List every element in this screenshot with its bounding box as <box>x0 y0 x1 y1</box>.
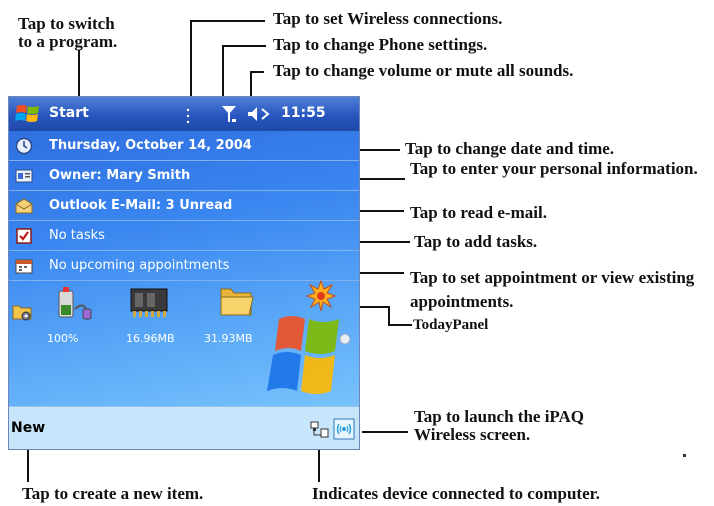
callout-personal-info: Tap to enter your personal information. <box>410 159 698 178</box>
today-owner: Owner: Mary Smith <box>49 168 191 183</box>
callout-volume: Tap to change volume or mute all sounds. <box>273 61 574 80</box>
ipaq-wireless-icon[interactable] <box>333 418 355 440</box>
leader-today-h2 <box>388 324 412 326</box>
battery-stat: 100% <box>47 332 79 345</box>
dot <box>683 454 686 457</box>
callout-connected: Indicates device connected to computer. <box>312 484 600 503</box>
command-bar: New <box>9 406 359 449</box>
callout-ipaq-wireless: Tap to launch the iPAQ Wireless screen. <box>414 407 585 444</box>
callout-tasks: Tap to add tasks. <box>414 232 538 251</box>
callout-appointments: Tap to set appointment or view existing … <box>410 268 695 311</box>
today-row-appointments[interactable]: No upcoming appointments <box>9 251 359 281</box>
calendar-icon <box>15 257 33 275</box>
today-row-tasks[interactable]: No tasks <box>9 221 359 251</box>
leader-new <box>27 450 29 482</box>
today-email: Outlook E-Mail: 3 Unread <box>49 198 233 213</box>
leader-wireless-h <box>190 20 265 22</box>
envelope-icon <box>15 197 33 215</box>
folder-gear-icon[interactable] <box>11 301 33 323</box>
today-tasks: No tasks <box>49 228 105 243</box>
battery-plug-icon[interactable] <box>53 281 97 325</box>
today-row-owner[interactable]: Owner: Mary Smith <box>9 161 359 191</box>
leader-switch <box>78 50 80 97</box>
memory-chip-icon[interactable] <box>127 281 177 321</box>
leader-volume-v <box>250 71 252 98</box>
callout-new-item: Tap to create a new item. <box>22 484 204 503</box>
today-screen: Thursday, October 14, 2004 Owner: Mary S… <box>9 131 359 406</box>
pc-connection-icon[interactable] <box>310 421 330 439</box>
today-date: Thursday, October 14, 2004 <box>49 138 252 153</box>
clock[interactable]: 11:55 <box>281 105 326 121</box>
callout-today-panel: TodayPanel <box>413 317 489 333</box>
today-row-date[interactable]: Thursday, October 14, 2004 <box>9 131 359 161</box>
callout-email: Tap to read e-mail. <box>410 203 547 222</box>
contact-card-icon <box>15 167 33 185</box>
callout-phone: Tap to change Phone settings. <box>273 35 488 54</box>
leader-today-v <box>388 306 390 326</box>
leader-phone-h <box>222 45 266 47</box>
pocketpc-screen: Start 11:55 Thursday, October 14, 2004 O… <box>8 96 360 450</box>
new-button[interactable]: New <box>11 420 45 436</box>
storage-memory-stat: 31.93MB <box>204 332 253 345</box>
alert-burst-icon[interactable] <box>305 279 337 315</box>
windows-logo-watermark <box>259 311 355 403</box>
callout-date-time: Tap to change date and time. <box>405 139 615 158</box>
clock-icon <box>15 137 33 155</box>
title-bar: Start 11:55 <box>9 97 359 131</box>
leader-phone-v <box>222 45 224 98</box>
antenna-icon[interactable] <box>221 105 237 123</box>
today-row-email[interactable]: Outlook E-Mail: 3 Unread <box>9 191 359 221</box>
today-appointments: No upcoming appointments <box>49 258 230 273</box>
leader-wireless-v <box>190 20 192 98</box>
main-memory-stat: 16.96MB <box>126 332 175 345</box>
speaker-icon[interactable] <box>247 106 275 122</box>
leader-volume-h <box>250 71 264 73</box>
start-menu-button[interactable]: Start <box>49 105 89 121</box>
storage-folder-icon[interactable] <box>217 283 257 319</box>
leader-ipaq <box>362 431 408 433</box>
callout-switch-program: Tap to switch to a program. <box>18 14 118 51</box>
wireless-status-icon[interactable] <box>185 107 191 125</box>
windows-flag-icon[interactable] <box>15 103 41 125</box>
task-checkbox-icon <box>15 227 33 245</box>
callout-wireless: Tap to set Wireless connections. <box>273 9 503 28</box>
